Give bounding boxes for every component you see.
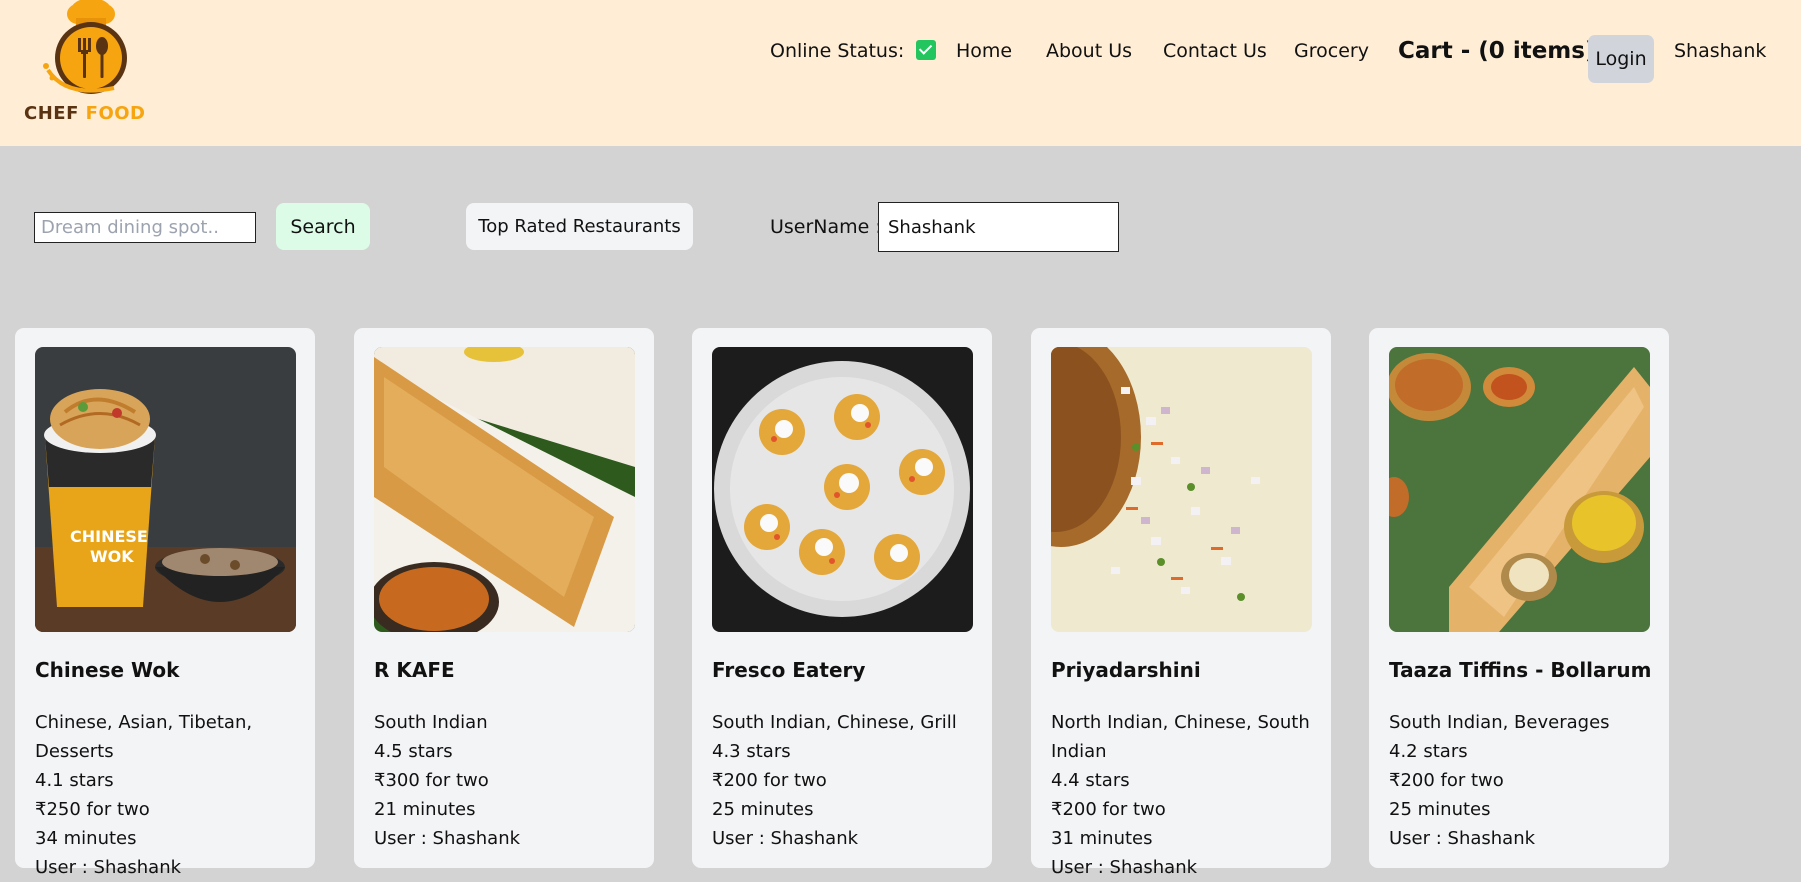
- svg-text:CHINESE: CHINESE: [70, 527, 148, 546]
- logo-text-chef: CHEF: [24, 103, 79, 124]
- restaurant-info: Chinese, Asian, Tibetan, Desserts 4.1 st…: [35, 708, 300, 882]
- restaurant-rating: 4.5 stars: [374, 741, 453, 762]
- restaurant-cuisines: South Indian, Beverages: [1389, 712, 1610, 733]
- restaurant-time: 31 minutes: [1051, 828, 1153, 849]
- nav-home-link[interactable]: Home: [956, 40, 1012, 62]
- restaurant-cost: ₹250 for two: [35, 799, 150, 820]
- logo-text: CHEF FOOD: [24, 103, 146, 124]
- header: CHEF FOOD Online Status: Home About Us C…: [0, 0, 1801, 146]
- search-input[interactable]: [34, 212, 256, 243]
- online-status-check-icon: [916, 40, 937, 60]
- login-button[interactable]: Login: [1588, 35, 1654, 83]
- restaurant-cost: ₹200 for two: [1389, 770, 1504, 791]
- restaurant-info: South Indian, Beverages 4.2 stars ₹200 f…: [1389, 708, 1654, 853]
- restaurant-info: South Indian 4.5 stars ₹300 for two 21 m…: [374, 708, 639, 853]
- restaurant-name: Priyadarshini: [1051, 658, 1201, 682]
- restaurant-time: 21 minutes: [374, 799, 476, 820]
- username-input[interactable]: [878, 202, 1119, 252]
- restaurant-rating: 4.1 stars: [35, 770, 114, 791]
- restaurant-card[interactable]: Fresco Eatery South Indian, Chinese, Gri…: [692, 328, 992, 868]
- username-label: UserName :: [770, 216, 882, 238]
- restaurant-rating: 4.2 stars: [1389, 741, 1468, 762]
- restaurant-name: R KAFE: [374, 658, 455, 682]
- nav-cart-link[interactable]: Cart - (0 items): [1398, 38, 1595, 64]
- restaurant-card[interactable]: CHINESE WOK Chinese Wok Chinese, Asian, …: [15, 328, 315, 878]
- restaurant-time: 25 minutes: [1389, 799, 1491, 820]
- online-status-label: Online Status:: [770, 40, 905, 62]
- restaurant-cuisines: Chinese, Asian, Tibetan, Desserts: [35, 712, 253, 762]
- nav-grocery-link[interactable]: Grocery: [1294, 40, 1369, 62]
- restaurant-image: [1051, 347, 1312, 632]
- restaurant-cost: ₹200 for two: [1051, 799, 1166, 820]
- restaurant-time: 34 minutes: [35, 828, 137, 849]
- top-rated-button[interactable]: Top Rated Restaurants: [466, 203, 693, 250]
- restaurant-cuisines: South Indian, Chinese, Grill: [712, 712, 957, 733]
- logo-text-food: FOOD: [85, 103, 146, 124]
- restaurant-user: User : Shashank: [712, 828, 859, 849]
- restaurant-card[interactable]: Taaza Tiffins - Bollarum i South Indian,…: [1369, 328, 1669, 868]
- restaurant-image: [374, 347, 635, 632]
- svg-text:WOK: WOK: [90, 547, 134, 566]
- restaurant-card[interactable]: R KAFE South Indian 4.5 stars ₹300 for t…: [354, 328, 654, 868]
- restaurant-info: South Indian, Chinese, Grill 4.3 stars ₹…: [712, 708, 977, 853]
- restaurant-name: Fresco Eatery: [712, 658, 866, 682]
- search-button[interactable]: Search: [276, 203, 370, 250]
- restaurant-cost: ₹300 for two: [374, 770, 489, 791]
- restaurant-time: 25 minutes: [712, 799, 814, 820]
- restaurant-rating: 4.3 stars: [712, 741, 791, 762]
- restaurant-info: North Indian, Chinese, South Indian 4.4 …: [1051, 708, 1316, 882]
- restaurant-name: Chinese Wok: [35, 658, 180, 682]
- restaurant-cuisines: South Indian: [374, 712, 488, 733]
- nav-user-name: Shashank: [1674, 40, 1767, 62]
- nav-contact-link[interactable]: Contact Us: [1163, 40, 1267, 62]
- restaurant-cuisines: North Indian, Chinese, South Indian: [1051, 712, 1310, 762]
- restaurant-image: [712, 347, 973, 632]
- restaurant-user: User : Shashank: [374, 828, 521, 849]
- restaurant-image: CHINESE WOK: [35, 347, 296, 632]
- online-status: Online Status:: [770, 40, 937, 62]
- restaurant-name: Taaza Tiffins - Bollarum i: [1389, 658, 1659, 682]
- nav-about-link[interactable]: About Us: [1046, 40, 1132, 62]
- restaurant-user: User : Shashank: [35, 857, 182, 878]
- restaurant-image: [1389, 347, 1650, 632]
- restaurant-card[interactable]: Priyadarshini North Indian, Chinese, Sou…: [1031, 328, 1331, 878]
- restaurant-rating: 4.4 stars: [1051, 770, 1130, 791]
- restaurant-user: User : Shashank: [1051, 857, 1198, 878]
- restaurant-cost: ₹200 for two: [712, 770, 827, 791]
- restaurant-user: User : Shashank: [1389, 828, 1536, 849]
- nav-bar: Online Status: Home About Us Contact Us …: [0, 37, 1801, 87]
